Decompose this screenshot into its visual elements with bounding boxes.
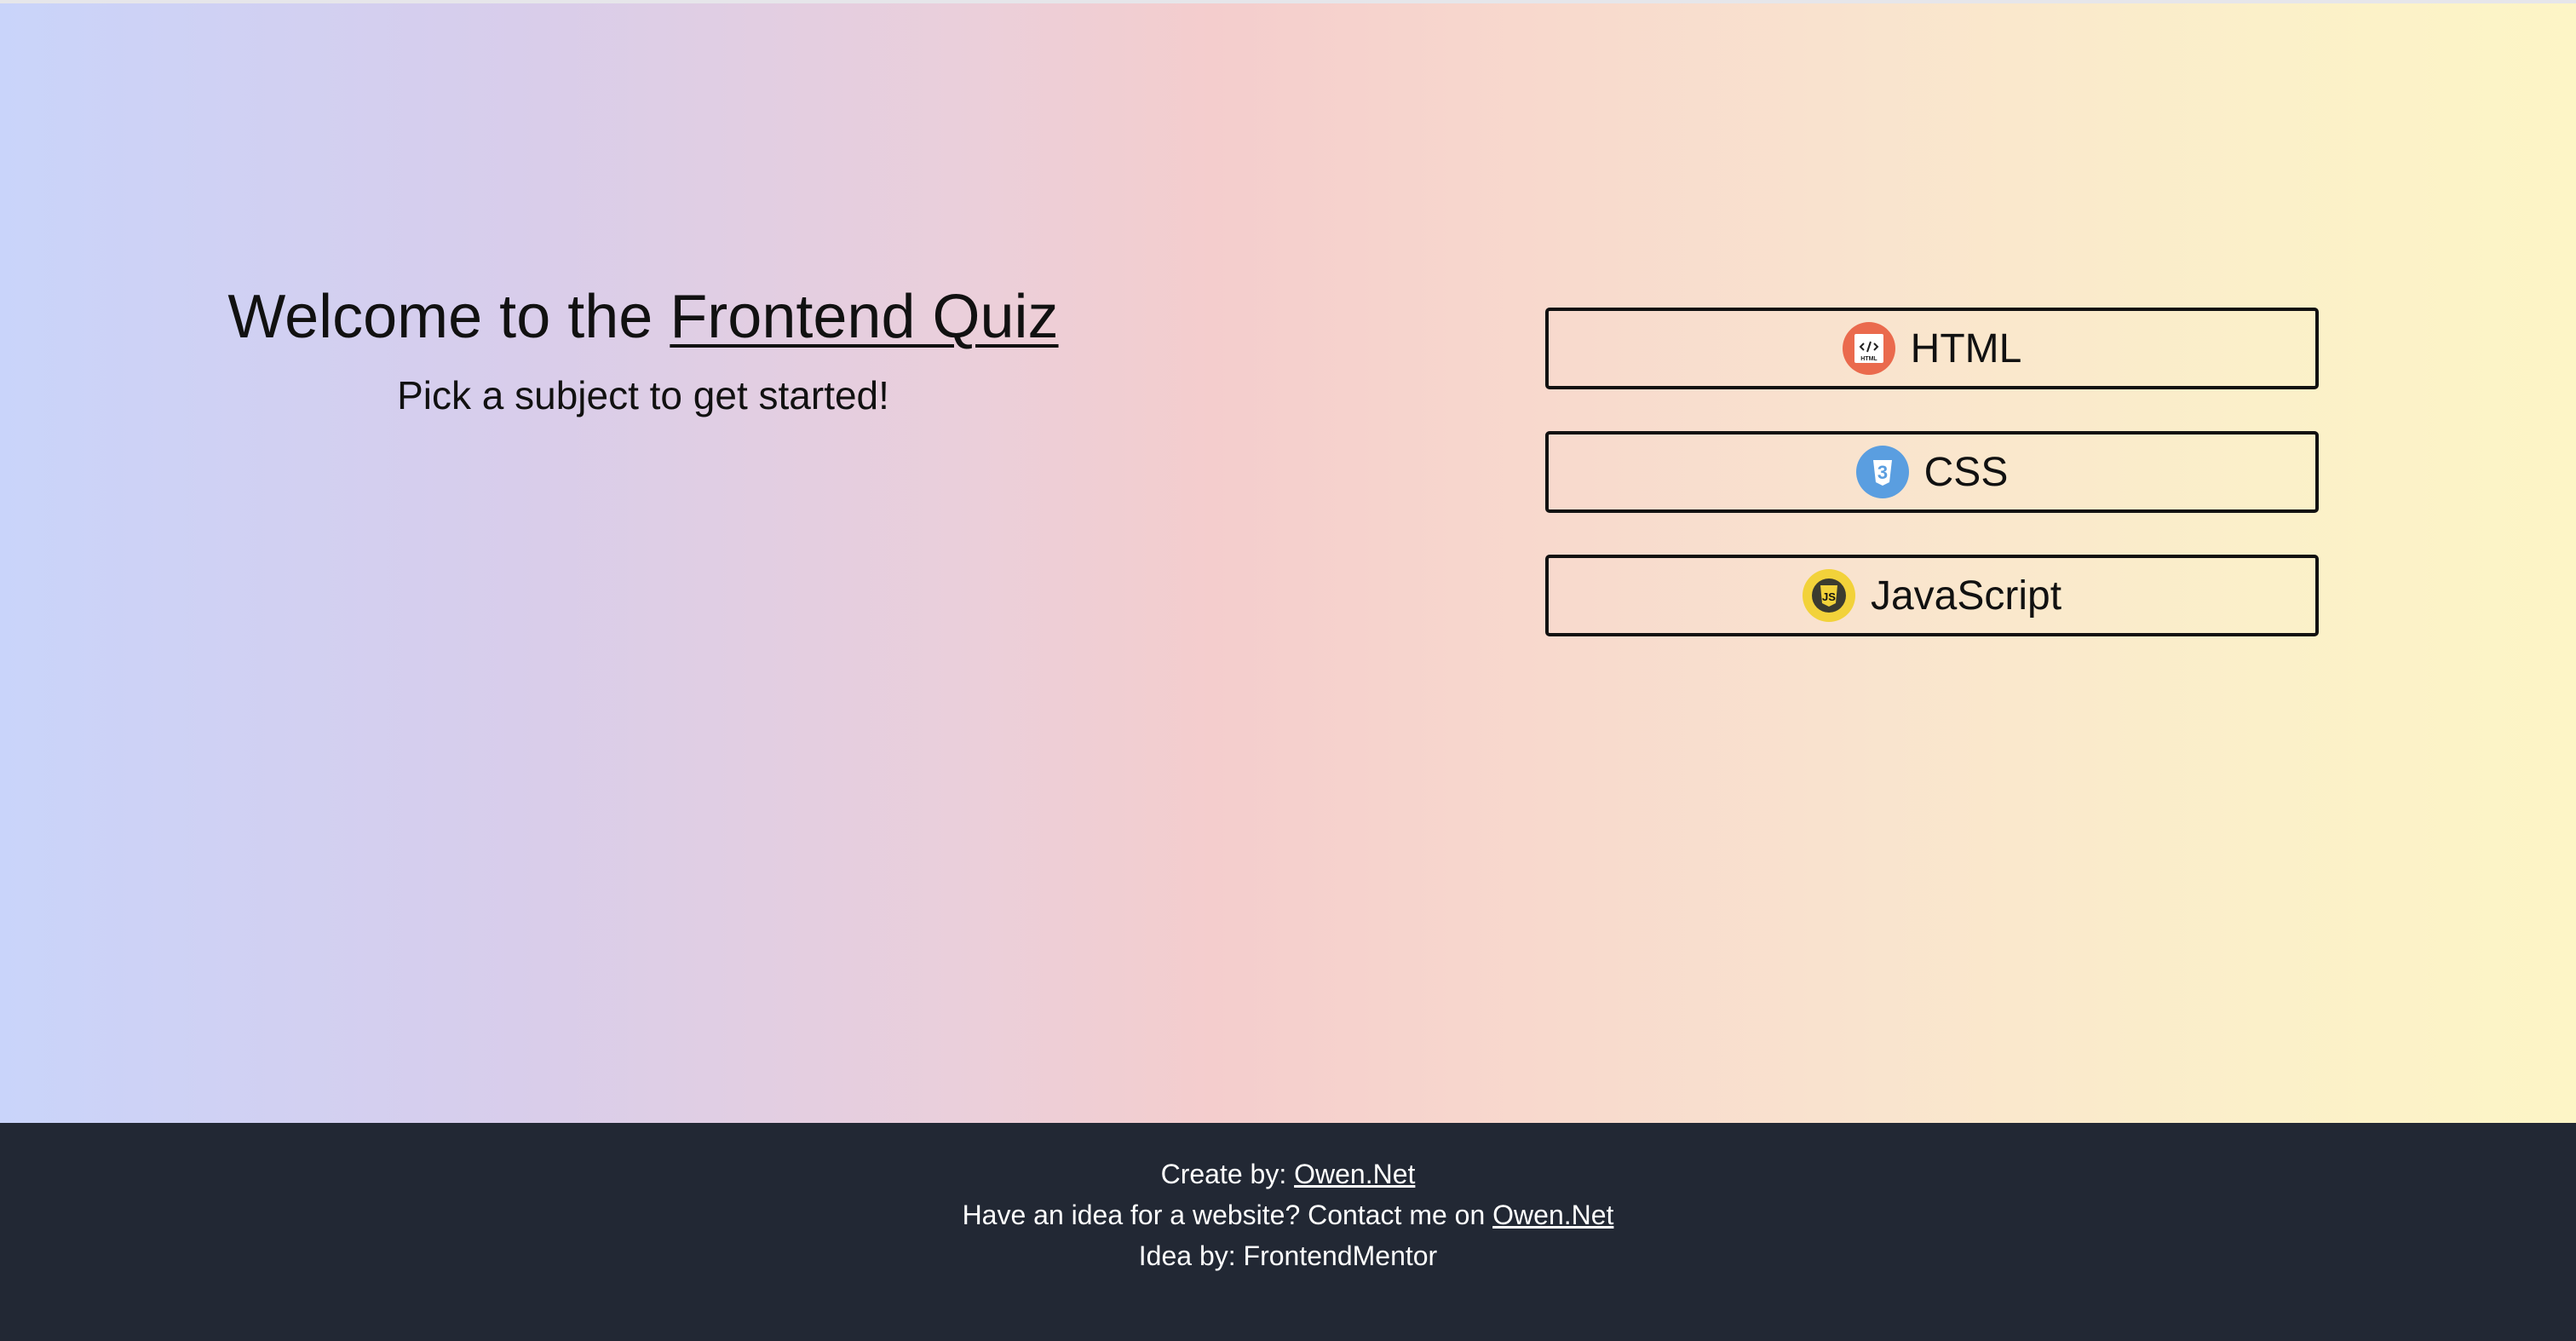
html-subject-button[interactable]: HTML HTML bbox=[1545, 308, 2319, 389]
contact-prefix: Have an idea for a website? Contact me o… bbox=[962, 1200, 1493, 1230]
site-footer: Create by: Owen.Net Have an idea for a w… bbox=[0, 1123, 2576, 1341]
html-subject-label: HTML bbox=[1910, 325, 2022, 371]
welcome-section: Welcome to the Frontend Quiz Pick a subj… bbox=[153, 276, 1133, 423]
frontend-quiz-link[interactable]: Frontend Quiz bbox=[670, 283, 1058, 351]
javascript-subject-label: JavaScript bbox=[1870, 573, 2062, 619]
created-by-prefix: Create by: bbox=[1160, 1159, 1295, 1189]
subject-list: HTML HTML 3 CSS JS JavaScript bbox=[1545, 308, 2319, 678]
quiz-start-screen: Welcome to the Frontend Quiz Pick a subj… bbox=[0, 3, 2576, 1123]
javascript-subject-button[interactable]: JS JavaScript bbox=[1545, 555, 2319, 636]
css-subject-label: CSS bbox=[1923, 449, 2009, 495]
css-subject-button[interactable]: 3 CSS bbox=[1545, 431, 2319, 513]
owen-net-contact-link[interactable]: Owen.Net bbox=[1492, 1200, 1613, 1230]
subject-instruction: Pick a subject to get started! bbox=[397, 373, 889, 417]
html-icon: HTML bbox=[1842, 322, 1895, 375]
created-by-line: Create by: Owen.Net bbox=[0, 1154, 2576, 1194]
css-icon-text: 3 bbox=[1877, 462, 1888, 483]
welcome-heading-prefix: Welcome to the bbox=[227, 283, 670, 351]
footer-text: Create by: Owen.Net Have an idea for a w… bbox=[0, 1123, 2576, 1276]
javascript-icon: JS bbox=[1802, 569, 1855, 622]
contact-line: Have an idea for a website? Contact me o… bbox=[0, 1194, 2576, 1235]
welcome-heading: Welcome to the Frontend Quiz bbox=[153, 276, 1133, 358]
owen-net-created-link[interactable]: Owen.Net bbox=[1294, 1159, 1415, 1189]
css-icon: 3 bbox=[1855, 446, 1909, 498]
javascript-icon-text: JS bbox=[1822, 590, 1836, 603]
idea-by-line: Idea by: FrontendMentor bbox=[1138, 1240, 1438, 1271]
html-icon-text: HTML bbox=[1860, 356, 1877, 362]
